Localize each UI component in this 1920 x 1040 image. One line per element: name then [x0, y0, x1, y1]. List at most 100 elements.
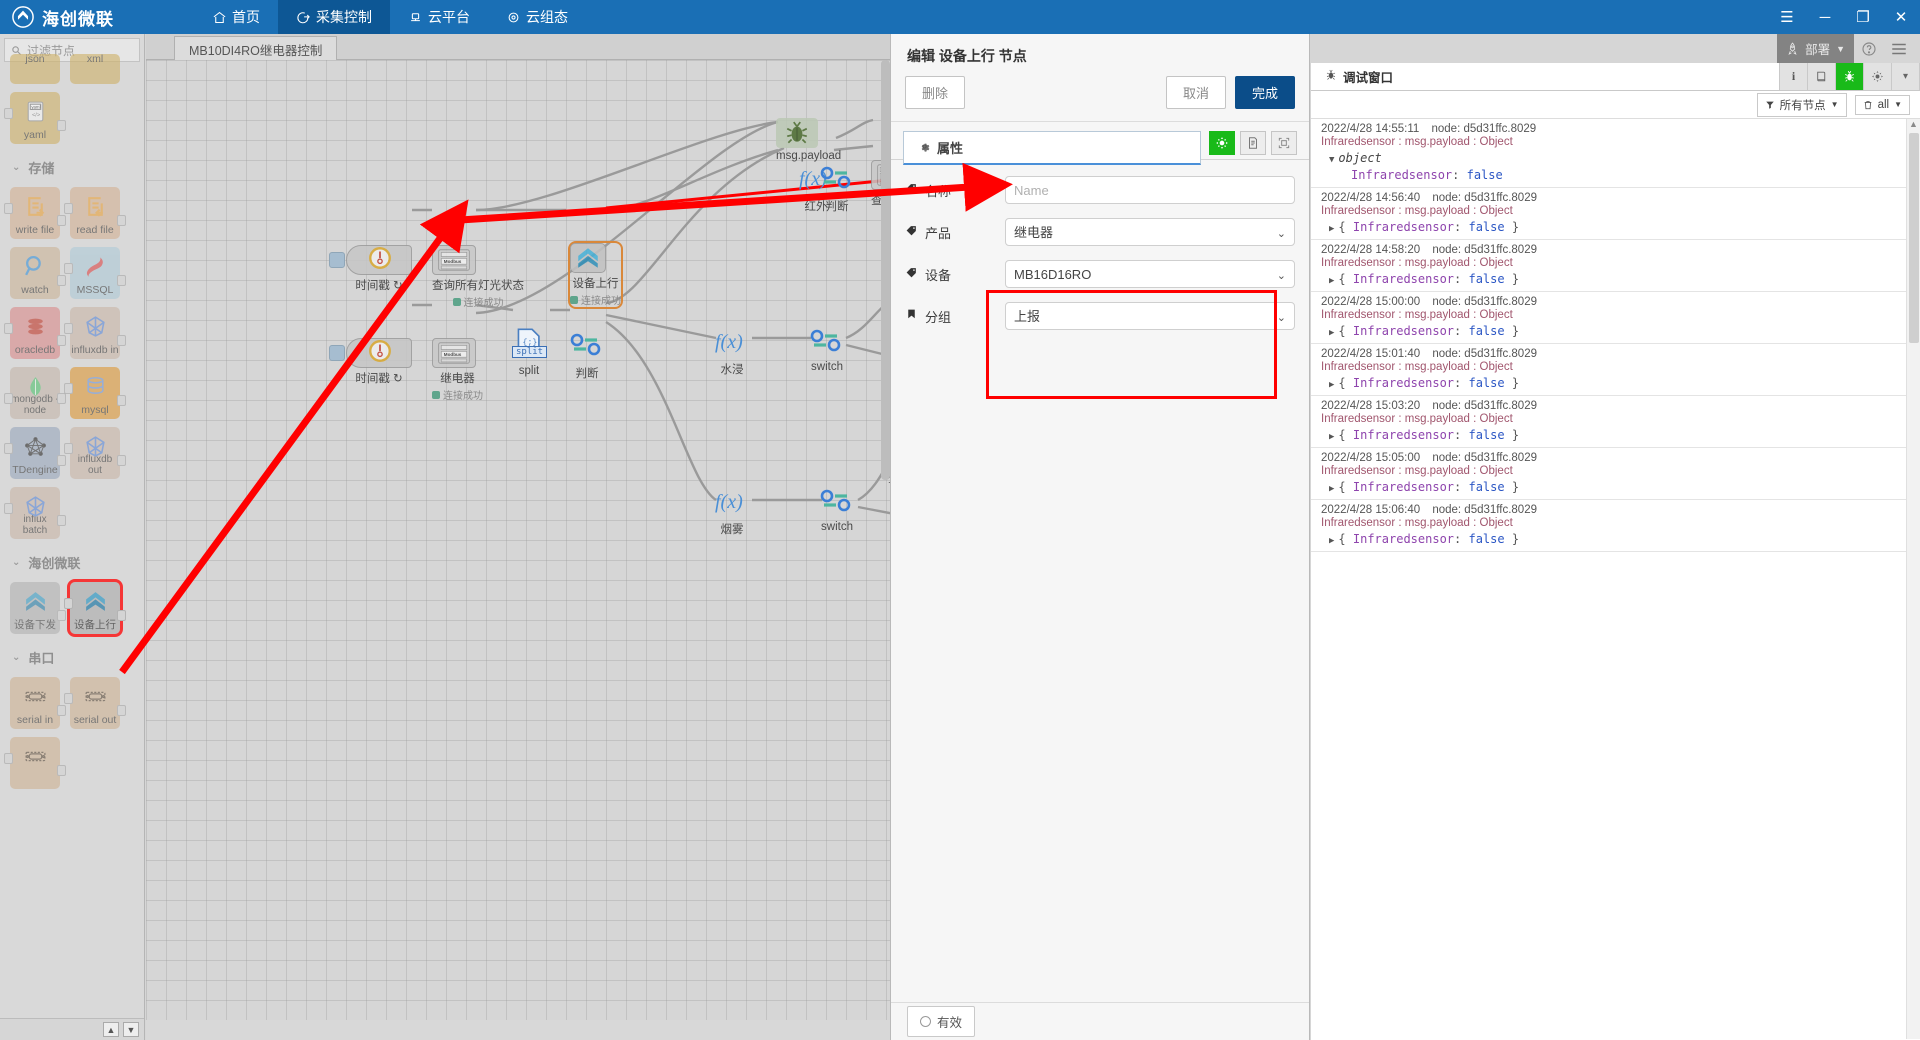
debug-entry-value[interactable]: ▶{ Infraredsensor: false } [1321, 324, 1910, 338]
palette-node-xml[interactable]: xml [70, 54, 120, 84]
flow-node-inject-2[interactable]: 时间戳 ↻ [346, 338, 412, 386]
debug-scrollbar[interactable]: ▲ [1906, 119, 1920, 1039]
canvas-scrollbar[interactable] [881, 60, 890, 480]
scrollbar-thumb[interactable] [1909, 133, 1919, 343]
clear-log-button[interactable]: all ▼ [1854, 94, 1910, 115]
close-icon[interactable]: ✕ [1882, 0, 1920, 34]
help-icon[interactable] [1854, 34, 1884, 63]
palette-node-device-down[interactable]: 设备下发 [10, 582, 66, 634]
palette-scroll-up-button[interactable]: ▲ [103, 1022, 119, 1037]
palette-node-mongodb[interactable]: mongodb - node [4, 367, 66, 419]
debug-entry[interactable]: 2022/4/28 15:05:00 node: d5d31ffc.8029 I… [1311, 448, 1920, 500]
palette-node-oracledb[interactable]: oracledb [4, 307, 66, 359]
debug-entry-object-header[interactable]: ▼ object [1321, 151, 1910, 165]
flow-node-modbus-all-lights[interactable]: Modbus 查询所有灯光状态 连接成功 [432, 245, 524, 309]
group-select[interactable]: 上报 [1005, 302, 1295, 330]
debug-entry[interactable]: 2022/4/28 14:56:40 node: d5d31ffc.8029 I… [1311, 188, 1920, 240]
palette-category-storage[interactable]: ⌄ 存储 [0, 148, 144, 183]
debug-entry-value[interactable]: ▶{ Infraredsensor: false } [1321, 376, 1910, 390]
debug-entry[interactable]: 2022/4/28 14:55:11 node: d5d31ffc.8029 I… [1311, 119, 1920, 188]
debug-tab-icon[interactable] [1836, 63, 1864, 90]
flow-node-inject-1[interactable]: 时间戳 ↻ [346, 245, 412, 293]
debug-entry-value[interactable]: ▶{ Infraredsensor: false } [1321, 480, 1910, 494]
palette-node-read-file[interactable]: read file [64, 187, 126, 239]
flow-node-debug-payload[interactable]: msg.payload [776, 118, 841, 162]
palette-category-haichuang[interactable]: ⌄ 海创微联 [0, 543, 144, 578]
flow-canvas[interactable]: 时间戳 ↻ Modbus 查询所有灯光状态 连接成功 设备上行 连接成功 msg… [146, 60, 890, 1020]
deploy-button[interactable]: 部署 ▼ [1777, 34, 1854, 63]
nav-item-cloud-config[interactable]: 云组态 [488, 0, 586, 34]
debug-entry[interactable]: 2022/4/28 15:01:40 node: d5d31ffc.8029 I… [1311, 344, 1920, 396]
debug-entry-value[interactable]: ▶{ Infraredsensor: false } [1321, 220, 1910, 234]
palette-node-influx-batch[interactable]: influx batch [4, 487, 66, 539]
expand-arrow-icon[interactable]: ▶ [1329, 484, 1334, 494]
maximize-icon[interactable]: ❐ [1844, 0, 1882, 34]
expand-arrow-icon[interactable]: ▶ [1329, 328, 1334, 338]
minimize-icon[interactable]: ─ [1806, 0, 1844, 34]
debug-entry[interactable]: 2022/4/28 15:06:40 node: d5d31ffc.8029 I… [1311, 500, 1920, 552]
enabled-toggle[interactable]: 有效 [907, 1006, 976, 1037]
palette-node-json[interactable]: json [10, 54, 60, 84]
inject-button-1[interactable] [329, 252, 345, 268]
palette-node-influxdb-in[interactable]: influxdb in [64, 307, 126, 359]
flow-node-switch-judge-1[interactable]: 判断 [568, 332, 606, 381]
debug-entry[interactable]: 2022/4/28 15:03:20 node: d5d31ffc.8029 I… [1311, 396, 1920, 448]
flow-node-function-smoke[interactable]: f(x) 烟雾 [712, 488, 752, 537]
help-tab-icon[interactable] [1808, 63, 1836, 90]
palette-scroll-area[interactable]: json xml yaml </> yaml ⌄ 存储 write file r… [0, 54, 144, 1004]
debug-entry-value[interactable]: ▶{ Infraredsensor: false } [1321, 532, 1910, 546]
flow-node-modbus-relay[interactable]: Modbus 继电器 连接成功 [432, 338, 483, 402]
debug-log-list[interactable]: 2022/4/28 14:55:11 node: d5d31ffc.8029 I… [1311, 119, 1920, 1039]
palette-node-yaml[interactable]: yaml </> yaml [4, 92, 66, 144]
flow-tab[interactable]: MB10DI4RO继电器控制 [174, 36, 338, 61]
expand-arrow-icon[interactable]: ▶ [1329, 380, 1334, 390]
debug-entry-value[interactable]: ▶{ Infraredsensor: false } [1321, 272, 1910, 286]
nav-item-home[interactable]: 首页 [194, 0, 278, 34]
expand-arrow-icon[interactable]: ▶ [1329, 536, 1334, 546]
device-select[interactable]: MB16D16RO [1005, 260, 1295, 288]
menu-icon[interactable]: ☰ [1768, 0, 1806, 34]
expand-arrow-icon[interactable]: ▶ [1329, 276, 1334, 286]
hamburger-icon[interactable] [1884, 34, 1914, 63]
expand-arrow-icon[interactable]: ▶ [1329, 224, 1334, 234]
flow-node-device-up[interactable]: 设备上行 连接成功 [568, 241, 623, 309]
flow-node-switch-4[interactable]: switch [818, 488, 856, 533]
more-tab-icon[interactable]: ▾ [1892, 63, 1920, 90]
appearance-icon[interactable] [1271, 131, 1297, 155]
filter-nodes-button[interactable]: 所有节点 ▼ [1756, 92, 1847, 117]
collapse-arrow-icon[interactable]: ▼ [1329, 155, 1334, 165]
cancel-button[interactable]: 取消 [1165, 76, 1226, 109]
palette-node-tdengine[interactable]: TDengine [4, 427, 66, 479]
description-icon[interactable] [1240, 131, 1266, 155]
palette-node-serial-out[interactable]: serial out [64, 677, 126, 729]
delete-button[interactable]: 删除 [905, 76, 966, 109]
product-select[interactable]: 继电器 [1005, 218, 1295, 246]
palette-category-serial[interactable]: ⌄ 串口 [0, 638, 144, 673]
palette-node-mssql[interactable]: MSSQL [64, 247, 126, 299]
palette-node-write-file[interactable]: write file [4, 187, 66, 239]
palette-node-watch[interactable]: watch [10, 247, 66, 299]
palette-node-serial-request[interactable] [4, 737, 66, 789]
nav-item-collect-control[interactable]: 采集控制 [278, 0, 390, 34]
name-input[interactable] [1005, 176, 1295, 204]
palette-node-serial-in[interactable]: serial in [10, 677, 66, 729]
done-button[interactable]: 完成 [1234, 76, 1295, 109]
settings-green-icon[interactable] [1209, 131, 1235, 155]
scroll-up-icon[interactable]: ▲ [1907, 119, 1920, 129]
palette-scroll-down-button[interactable]: ▼ [123, 1022, 139, 1037]
debug-entry[interactable]: 2022/4/28 14:58:20 node: d5d31ffc.8029 I… [1311, 240, 1920, 292]
flow-node-split[interactable]: {;} split split [511, 328, 548, 377]
flow-node-switch-2[interactable]: switch [808, 328, 846, 373]
inject-button-2[interactable] [329, 345, 345, 361]
debug-entry-value[interactable]: ▶{ Infraredsensor: false } [1321, 428, 1910, 442]
debug-entry[interactable]: 2022/4/28 15:00:00 node: d5d31ffc.8029 I… [1311, 292, 1920, 344]
info-tab-icon[interactable]: i [1780, 63, 1808, 90]
flow-node-function-water[interactable]: f(x) 水浸 [712, 328, 752, 377]
config-tab-icon[interactable] [1864, 63, 1892, 90]
expand-arrow-icon[interactable]: ▶ [1329, 432, 1334, 442]
flow-node-switch-judge-2[interactable]: 判断 [818, 165, 856, 214]
nav-item-cloud-platform[interactable]: 云平台 [390, 0, 488, 34]
palette-node-influxdb-out[interactable]: influxdb out [64, 427, 126, 479]
palette-node-mysql[interactable]: mysql [64, 367, 126, 419]
palette-node-device-up[interactable]: 设备上行 [64, 579, 126, 637]
